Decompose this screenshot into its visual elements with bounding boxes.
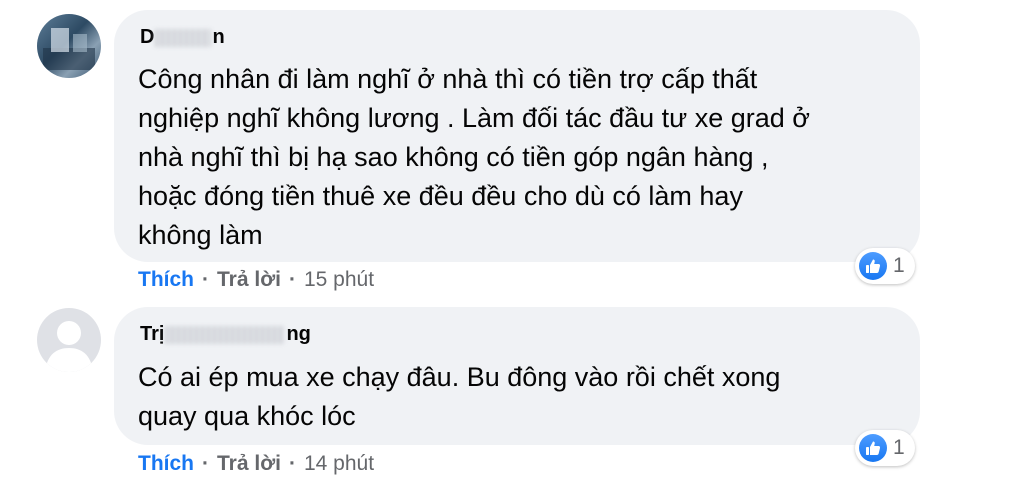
author-name[interactable]: D n — [140, 26, 225, 49]
default-user-icon — [45, 321, 93, 372]
thumbs-up-icon — [859, 252, 887, 280]
comment-line: Công nhân đi làm nghĩ ở nhà thì có tiền … — [138, 64, 758, 94]
timestamp[interactable]: 14 phút — [304, 452, 374, 476]
comment-actions: Thích · Trả lời · 14 phút — [138, 452, 374, 476]
comment-line: hoặc đóng tiền thuê xe đều đều cho dù có… — [138, 181, 743, 211]
separator: · — [288, 452, 296, 475]
comment-line: nghiệp nghĩ không lương . Làm đối tác đầ… — [138, 103, 810, 133]
separator: · — [202, 268, 209, 291]
author-name[interactable]: Trị ng — [140, 323, 311, 346]
comment-text: Có ai ép mua xe chạy đâu. Bu đông vào rồ… — [138, 358, 928, 436]
avatar[interactable] — [37, 14, 101, 78]
reaction-count: 1 — [893, 436, 905, 459]
comment-line: nhà nghĩ thì bị hạ sao không có tiền góp… — [138, 142, 769, 172]
comment-line: Có ai ép mua xe chạy đâu. Bu đông vào rồ… — [138, 362, 781, 392]
redacted-name — [165, 325, 286, 344]
separator: · — [202, 452, 209, 475]
separator: · — [288, 268, 296, 291]
reply-button[interactable]: Trả lời — [217, 268, 281, 292]
reaction-summary[interactable]: 1 — [855, 430, 915, 466]
reply-button[interactable]: Trả lời — [217, 452, 281, 476]
reaction-summary[interactable]: 1 — [855, 248, 915, 284]
timestamp[interactable]: 15 phút — [304, 268, 374, 292]
comment-actions: Thích · Trả lời · 15 phút — [138, 268, 374, 292]
comment-line: không làm — [138, 220, 263, 250]
author-name-start: D — [140, 26, 155, 48]
like-button[interactable]: Thích — [138, 452, 194, 476]
author-name-end: ng — [286, 323, 311, 345]
comment-text: Công nhân đi làm nghĩ ở nhà thì có tiền … — [138, 60, 928, 255]
comment-bubble: Trị ng Có ai ép mua xe chạy đâu. Bu đông… — [114, 307, 920, 445]
author-name-end: n — [212, 26, 225, 48]
author-name-start: Trị — [140, 323, 165, 345]
avatar-photo-icon — [43, 28, 95, 70]
avatar[interactable] — [37, 308, 101, 372]
redacted-name — [155, 28, 212, 47]
reaction-count: 1 — [893, 254, 905, 277]
comment-bubble: D n Công nhân đi làm nghĩ ở nhà thì có t… — [114, 10, 920, 262]
comment-line: quay qua khóc lóc — [138, 401, 356, 431]
like-button[interactable]: Thích — [138, 268, 194, 292]
thumbs-up-icon — [859, 434, 887, 462]
